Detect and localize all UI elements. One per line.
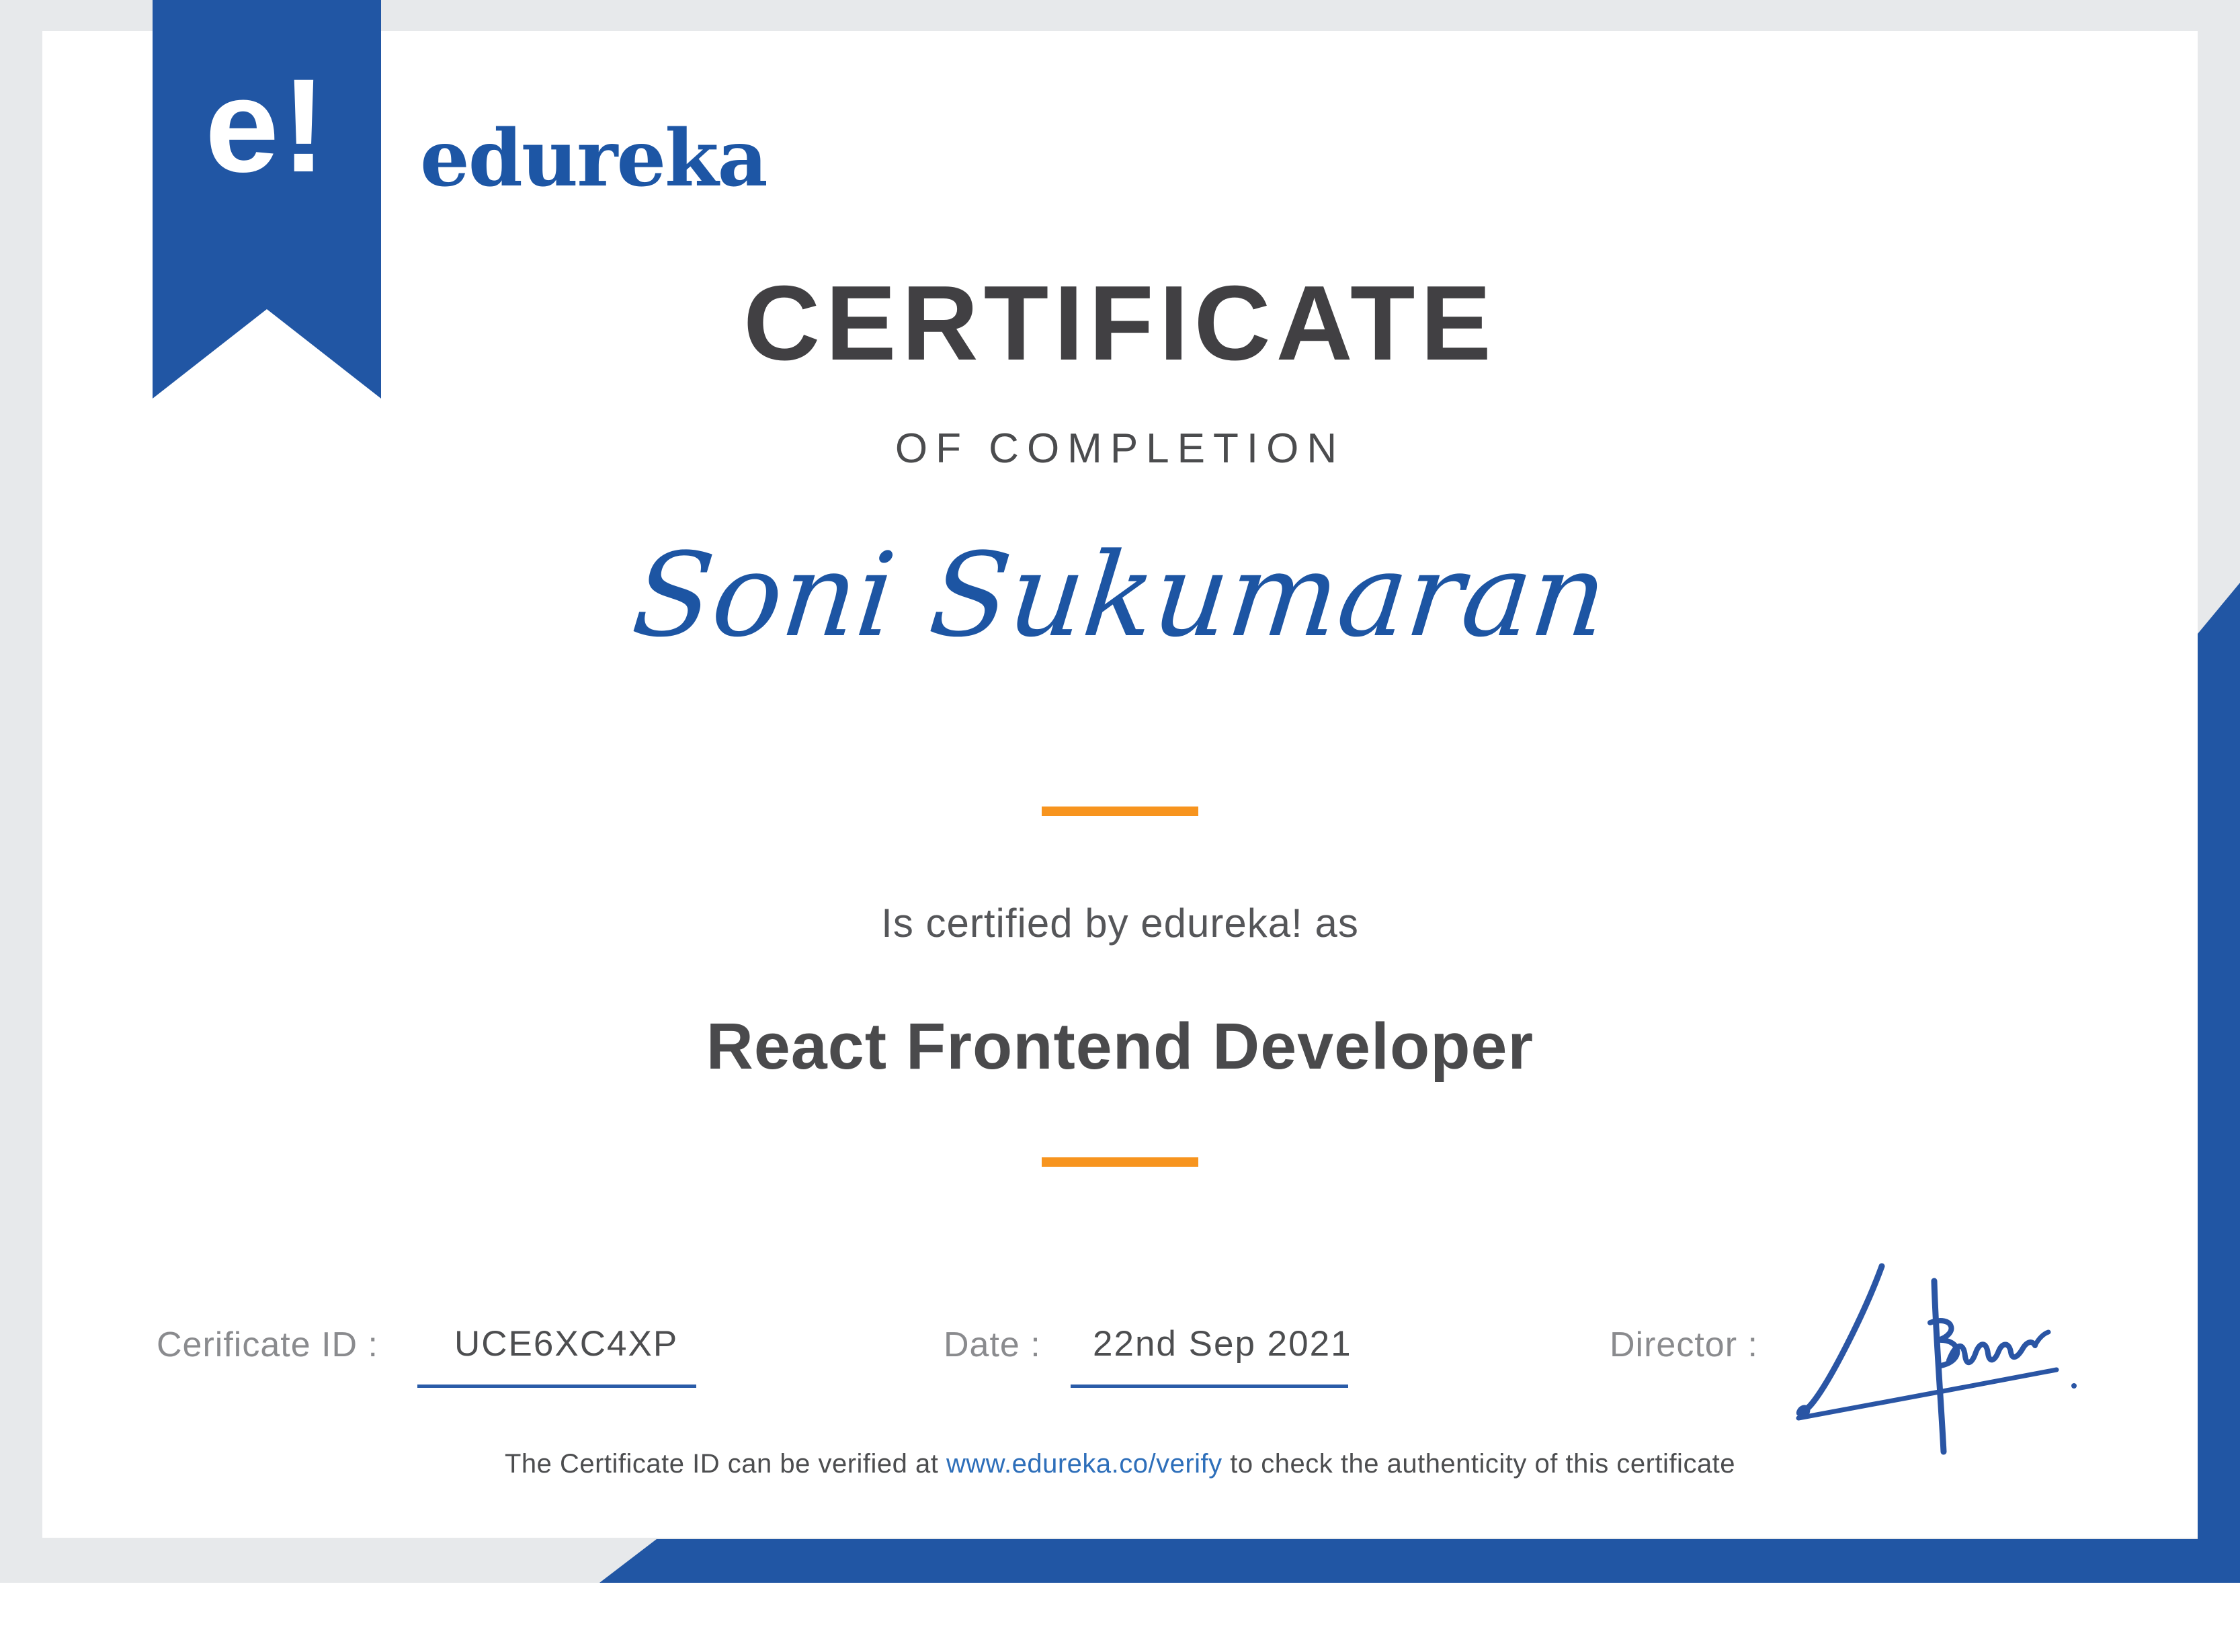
certificate-id-underline	[417, 1385, 696, 1388]
logo-mark: e!	[153, 59, 381, 192]
footer-text-suffix: to check the authenticity of this certif…	[1222, 1449, 1735, 1479]
footer-text-prefix: The Certificate ID can be verified at	[505, 1449, 946, 1479]
divider-bottom	[1042, 1157, 1198, 1167]
certified-line: Is certified by edureka! as	[0, 903, 2240, 944]
verify-link[interactable]: www.edureka.co/verify	[946, 1449, 1222, 1479]
date-value: 22nd Sep 2021	[1093, 1326, 1352, 1362]
date-underline	[1071, 1385, 1348, 1388]
recipient-name: Soni Sukumaran	[0, 538, 2240, 653]
certificate-subtitle: OF COMPLETION	[0, 428, 2240, 470]
certificate-title: CERTIFICATE	[0, 270, 2240, 376]
director-label: Director :	[1610, 1327, 1758, 1362]
date-label: Date :	[944, 1327, 1041, 1362]
director-signature	[1780, 1258, 2089, 1460]
brand-wordmark: edureka	[420, 120, 767, 198]
course-title: React Frontend Developer	[0, 1014, 2240, 1079]
footer-verification-line: The Certificate ID can be verified at ww…	[0, 1450, 2240, 1477]
certificate-page: e! edureka CERTIFICATE OF COMPLETION Son…	[0, 0, 2240, 1652]
signature-icon	[1780, 1258, 2089, 1460]
certificate-id-value: UCE6XC4XP	[454, 1326, 678, 1362]
certificate-id-label: Cerificate ID :	[157, 1327, 378, 1362]
divider-top	[1042, 807, 1198, 816]
